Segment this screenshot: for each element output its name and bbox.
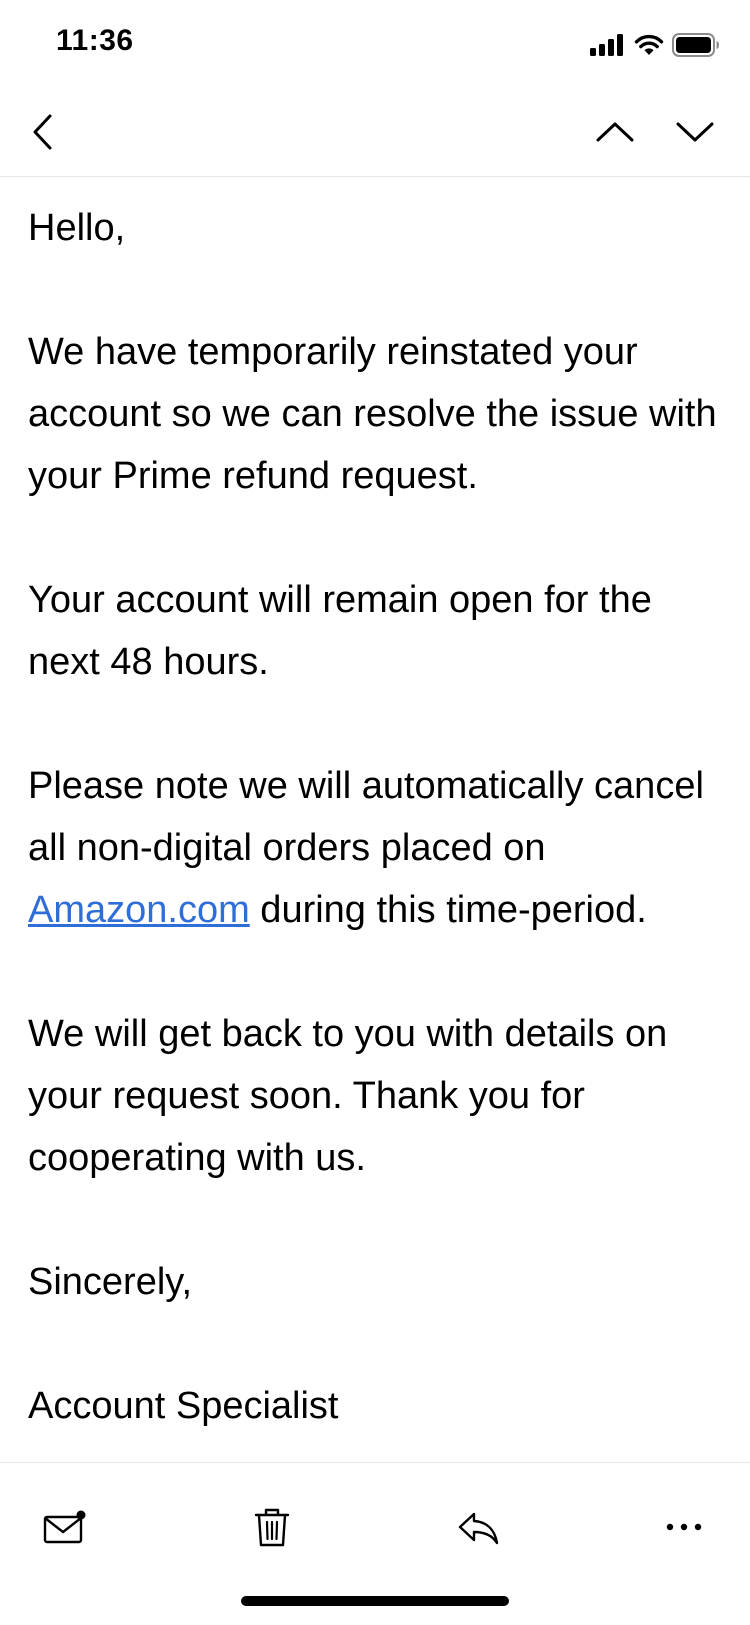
- status-bar: 11:36: [0, 0, 750, 90]
- status-time: 11:36: [56, 24, 134, 57]
- paragraph-text-before-link: Please note we will automatically cancel…: [28, 765, 704, 869]
- email-paragraph-open-hours: Your account will remain open for the ne…: [28, 579, 652, 683]
- email-paragraph-cancel-orders: Please note we will automatically cancel…: [28, 755, 728, 941]
- more-actions-button[interactable]: [656, 1497, 716, 1557]
- back-button[interactable]: [26, 110, 66, 154]
- email-paragraph-reinstated: We have temporarily reinstated your acco…: [28, 331, 717, 497]
- reply-icon: [458, 1512, 499, 1545]
- reply-button[interactable]: [450, 1497, 510, 1557]
- battery-icon: [672, 33, 719, 57]
- email-paragraph-followup: We will get back to you with details on …: [28, 1013, 668, 1179]
- mail-unread-icon: [43, 1510, 86, 1544]
- trash-icon: [254, 1508, 290, 1547]
- home-indicator[interactable]: [241, 1596, 509, 1606]
- status-icons: [590, 30, 720, 60]
- email-greeting: Hello,: [28, 207, 126, 249]
- chevron-left-icon: [33, 114, 52, 150]
- email-nav-bar: [0, 90, 750, 177]
- chevron-down-icon: [676, 122, 714, 142]
- previous-email-button[interactable]: [592, 110, 638, 154]
- next-email-button[interactable]: [672, 110, 718, 154]
- email-body: Hello, We have temporarily reinstated yo…: [28, 197, 728, 1462]
- email-body-scroll[interactable]: Hello, We have temporarily reinstated yo…: [0, 177, 750, 1462]
- email-closing: Sincerely,: [28, 1261, 193, 1303]
- more-icon: [666, 1523, 702, 1531]
- mark-unread-button[interactable]: [34, 1497, 94, 1557]
- paragraph-text-after-link: during this time-period.: [249, 889, 647, 931]
- delete-button[interactable]: [242, 1497, 302, 1557]
- cellular-signal-icon: [590, 34, 623, 56]
- chevron-up-icon: [596, 122, 634, 142]
- email-signature: Account Specialist: [28, 1385, 339, 1427]
- wifi-icon: [634, 34, 664, 55]
- amazon-link[interactable]: Amazon.com: [28, 889, 250, 931]
